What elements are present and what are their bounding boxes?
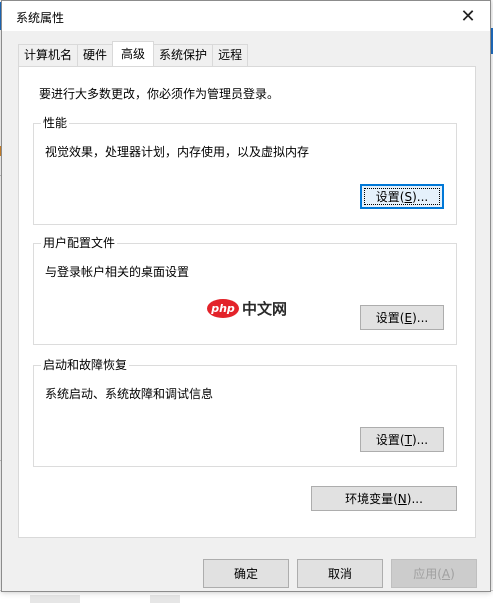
startup-recovery-group: 启动和故障恢复 系统启动、系统故障和调试信息 设置(T)... (33, 358, 457, 467)
cancel-button[interactable]: 取消 (297, 559, 383, 588)
performance-description: 视觉效果，处理器计划，内存使用，以及虚拟内存 (45, 145, 310, 159)
admin-notice: 要进行大多数更改，你必须作为管理员登录。 (39, 87, 280, 101)
dialog-title: 系统属性 (16, 11, 65, 25)
apply-button[interactable]: 应用(A) (391, 559, 477, 588)
user-profiles-group-label: 用户配置文件 (41, 236, 118, 250)
close-icon: ✕ (460, 5, 476, 27)
tab-strip: 计算机名 硬件 高级 系统保护 远程 (18, 41, 249, 66)
background-text-fragment (30, 595, 80, 603)
user-profiles-group: 用户配置文件 与登录帐户相关的桌面设置 设置(E)... (33, 236, 457, 345)
startup-recovery-settings-button[interactable]: 设置(T)... (360, 427, 444, 452)
title-bar[interactable]: 系统属性 ✕ (2, 1, 490, 31)
tab-computer-name[interactable]: 计算机名 (18, 44, 79, 66)
tab-remote[interactable]: 远程 (212, 44, 249, 66)
startup-recovery-group-label: 启动和故障恢复 (41, 358, 130, 372)
user-profiles-description: 与登录帐户相关的桌面设置 (45, 265, 190, 279)
focus-rectangle (364, 188, 440, 205)
performance-group-label: 性能 (41, 116, 70, 130)
php-logo-badge: php (207, 299, 239, 318)
background-window-bottom (0, 590, 493, 605)
user-profiles-settings-button[interactable]: 设置(E)... (360, 305, 444, 330)
startup-recovery-description: 系统启动、系统故障和调试信息 (45, 387, 214, 401)
system-properties-dialog: 系统属性 ✕ 计算机名 硬件 高级 系统保护 远程 要进行大多数更改，你必须作为… (1, 0, 491, 592)
tab-hardware[interactable]: 硬件 (77, 44, 114, 66)
tab-system-protection[interactable]: 系统保护 (153, 44, 214, 66)
ok-button[interactable]: 确定 (203, 559, 289, 588)
performance-settings-button[interactable]: 设置(S)... (360, 184, 444, 209)
php-cn-watermark: php 中文网 (207, 298, 287, 319)
tab-advanced[interactable]: 高级 (112, 41, 155, 66)
advanced-tab-panel: 要进行大多数更改，你必须作为管理员登录。 性能 视觉效果，处理器计划，内存使用，… (18, 66, 476, 538)
performance-group: 性能 视觉效果，处理器计划，内存使用，以及虚拟内存 设置(S)... (33, 116, 457, 225)
environment-variables-button[interactable]: 环境变量(N)... (311, 486, 457, 511)
background-text-fragment (150, 595, 180, 603)
php-logo-text: 中文网 (242, 300, 288, 318)
close-button[interactable]: ✕ (446, 1, 490, 31)
